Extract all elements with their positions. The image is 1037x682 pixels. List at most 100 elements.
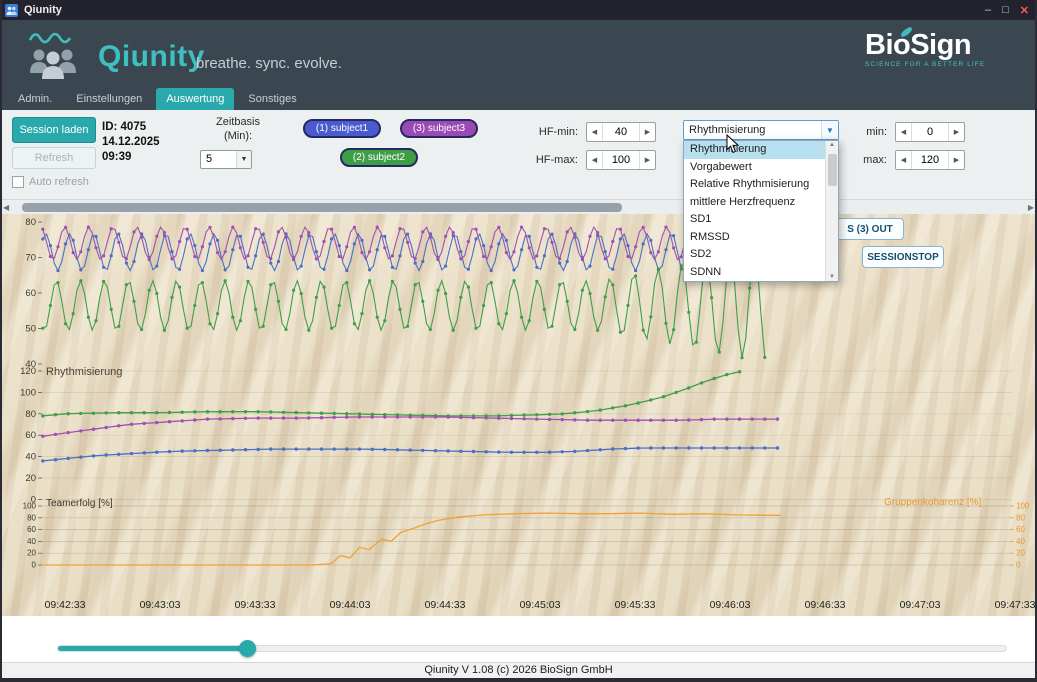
horizontal-scrollbar[interactable]: ◀ ▶ <box>0 200 1037 214</box>
dropdown-option-1[interactable]: Rhythmisierung <box>684 141 825 159</box>
x-tick-label: 09:44:33 <box>425 599 466 611</box>
scroll-down-icon[interactable]: ▼ <box>826 274 838 280</box>
zeitbasis-label-line1: Zeitbasis <box>192 115 284 129</box>
tick-label: 60 <box>1016 525 1025 534</box>
x-tick-label: 09:45:33 <box>615 599 656 611</box>
tick-label: 80 <box>25 217 36 228</box>
rhythm-chart-title: Rhythmisierung <box>46 366 122 378</box>
horizontal-scrollbar-thumb[interactable] <box>22 203 622 212</box>
subject3-pill[interactable]: (3) subject3 <box>400 119 478 138</box>
min-increment-icon[interactable]: ▶ <box>948 123 964 141</box>
tick-label: 20 <box>27 549 36 558</box>
scroll-right-icon[interactable]: ▶ <box>1028 203 1034 212</box>
statusbar-text: Qiunity V 1.08 (c) 2026 BioSign GmbH <box>424 664 612 676</box>
app-tagline: breathe. sync. evolve. <box>196 55 342 72</box>
hf-min-spinner: ◀ 40 ▶ <box>586 122 656 142</box>
rhythm-line-subject2 <box>43 372 740 416</box>
zeitbasis-select[interactable]: 5 ▼ <box>200 150 252 169</box>
dropdown-scrollbar-thumb[interactable] <box>828 154 837 186</box>
biosign-tagline: SCIENCE FOR A BETTER LIFE <box>865 61 1015 68</box>
auto-refresh-checkbox[interactable] <box>12 176 24 188</box>
dropdown-scrollbar[interactable]: ▲ ▼ <box>825 141 838 281</box>
max-increment-icon[interactable]: ▶ <box>948 151 964 169</box>
statusbar: Qiunity V 1.08 (c) 2026 BioSign GmbH <box>0 662 1037 678</box>
subject2-pill[interactable]: (2) subject2 <box>340 148 418 167</box>
max-decrement-icon[interactable]: ◀ <box>896 151 912 169</box>
zeitbasis-label-line2: (Min): <box>192 129 284 143</box>
hf-max-increment-icon[interactable]: ▶ <box>639 151 655 169</box>
biosign-name: BioSign <box>865 30 1015 60</box>
tick-label: 60 <box>25 430 36 441</box>
dropdown-option-4[interactable]: mittlere Herzfrequenz <box>684 194 825 212</box>
biosign-logo: BioSign SCIENCE FOR A BETTER LIFE <box>865 30 1015 68</box>
app-logo-icon <box>24 28 82 82</box>
hf-max-decrement-icon[interactable]: ◀ <box>587 151 603 169</box>
sessionstop-button[interactable]: SESSIONSTOP <box>862 246 944 268</box>
x-tick-label: 09:47:33 <box>995 599 1036 611</box>
metric-dropdown-popup: RhythmisierungVorgabewertRelative Rhythm… <box>683 140 839 282</box>
min-spinner: ◀ 0 ▶ <box>895 122 965 142</box>
teamerfolg-label: Teamerfolg [%] <box>46 498 113 509</box>
auto-refresh-control: Auto refresh <box>12 176 89 188</box>
x-tick-label: 09:43:03 <box>140 599 181 611</box>
tick-label: 80 <box>27 513 36 522</box>
team-line <box>43 513 781 565</box>
scroll-up-icon[interactable]: ▲ <box>826 142 838 148</box>
slider-thumb[interactable] <box>239 640 256 657</box>
scroll-left-icon[interactable]: ◀ <box>3 203 9 212</box>
session-time: 09:39 <box>102 150 160 165</box>
hf-min-increment-icon[interactable]: ▶ <box>639 123 655 141</box>
tick-label: 60 <box>27 525 36 534</box>
tick-label: 100 <box>1016 502 1030 511</box>
dropdown-option-5[interactable]: SD1 <box>684 211 825 229</box>
session-laden-button[interactable]: Session laden <box>12 117 96 143</box>
timeline-slider[interactable] <box>57 645 1007 652</box>
dropdown-option-6[interactable]: RMSSD <box>684 229 825 247</box>
hf-max-spinner: ◀ 100 ▶ <box>586 150 656 170</box>
menubar: Admin. Einstellungen Auswertung Sonstige… <box>8 88 307 110</box>
menu-item-sonstiges[interactable]: Sonstiges <box>238 88 306 110</box>
tick-label: 120 <box>20 366 36 377</box>
maximize-button[interactable]: □ <box>1002 4 1009 16</box>
window-title: Qiunity <box>24 4 62 16</box>
dropdown-option-7[interactable]: SD2 <box>684 246 825 264</box>
refresh-button[interactable]: Refresh <box>12 147 96 169</box>
max-value: 120 <box>912 151 948 169</box>
x-tick-label: 09:46:33 <box>805 599 846 611</box>
app-icon <box>5 4 18 17</box>
mouse-cursor <box>726 134 740 154</box>
minimize-button[interactable]: – <box>985 4 991 16</box>
min-decrement-icon[interactable]: ◀ <box>896 123 912 141</box>
menu-item-auswertung[interactable]: Auswertung <box>156 88 234 110</box>
x-tick-label: 09:43:33 <box>235 599 276 611</box>
gruppenkohaerenz-label: Gruppenkoharenz [%] <box>884 497 981 508</box>
subject1-pill[interactable]: (1) subject1 <box>303 119 381 138</box>
metric-dropdown[interactable]: Rhythmisierung ▼ <box>683 120 839 140</box>
hf-min-decrement-icon[interactable]: ◀ <box>587 123 603 141</box>
app-window: Qiunity – □ ✕ Qiunity breathe. sync. evo… <box>0 0 1037 682</box>
app-name: Qiunity <box>98 40 205 74</box>
rhythm-line-subject3 <box>43 417 778 436</box>
x-tick-label: 09:42:33 <box>45 599 86 611</box>
session-id: ID: 4075 <box>102 120 160 135</box>
tick-label: 70 <box>25 253 36 264</box>
hf-max-label: HF-max: <box>516 154 578 166</box>
x-tick-label: 09:45:03 <box>520 599 561 611</box>
zeitbasis-value: 5 <box>201 151 236 168</box>
metric-dropdown-list: RhythmisierungVorgabewertRelative Rhythm… <box>684 141 825 281</box>
dropdown-arrow-icon[interactable]: ▼ <box>821 121 838 139</box>
tick-label: 100 <box>23 502 37 511</box>
hr-line-subject2 <box>43 253 765 358</box>
min-label: min: <box>845 126 887 138</box>
dropdown-option-8[interactable]: SDNN <box>684 264 825 282</box>
tick-label: 60 <box>25 288 36 299</box>
menu-item-admin[interactable]: Admin. <box>8 88 62 110</box>
tick-label: 80 <box>25 409 36 420</box>
close-button[interactable]: ✕ <box>1020 4 1029 17</box>
subjects-out-button[interactable]: S (3) OUT <box>836 218 904 240</box>
hf-min-value: 40 <box>603 123 639 141</box>
menu-item-einstellungen[interactable]: Einstellungen <box>66 88 152 110</box>
dropdown-option-2[interactable]: Vorgabewert <box>684 159 825 177</box>
window-controls: – □ ✕ <box>985 0 1029 20</box>
dropdown-option-3[interactable]: Relative Rhythmisierung <box>684 176 825 194</box>
